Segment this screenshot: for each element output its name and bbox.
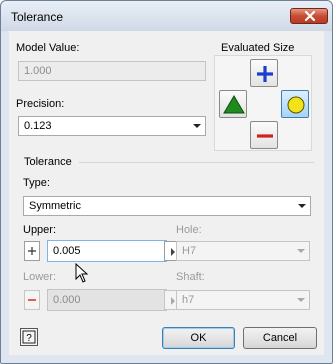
nominal-size-button[interactable]	[219, 90, 247, 118]
hole-dropdown[interactable]: H7	[176, 241, 310, 261]
dialog-body: Model Value: 1.000 Precision: 0.123 Eval…	[9, 31, 324, 355]
precision-label: Precision:	[16, 98, 65, 110]
help-icon: ?	[22, 330, 36, 344]
minus-icon	[28, 299, 36, 301]
type-dropdown[interactable]: Symmetric	[23, 196, 311, 216]
chevron-right-icon	[171, 297, 175, 305]
precision-dropdown[interactable]: 0.123	[18, 116, 206, 136]
tolerance-group-divider	[79, 162, 314, 163]
upper-value-field[interactable]: 0.005	[47, 240, 167, 262]
chevron-down-icon	[298, 204, 306, 208]
lower-value-field[interactable]: 0.000	[47, 289, 167, 311]
model-value-label: Model Value:	[16, 42, 80, 54]
cancel-button[interactable]: Cancel	[243, 327, 317, 349]
chevron-right-icon	[171, 248, 175, 256]
evaluated-size-label: Evaluated Size	[221, 42, 295, 54]
upper-label: Upper:	[23, 224, 57, 236]
help-button[interactable]: ?	[20, 328, 38, 346]
close-button[interactable]	[290, 8, 328, 24]
tolerance-dialog: Tolerance Model Value: 1.000 Precision: …	[0, 0, 333, 364]
ok-button[interactable]: OK	[162, 327, 235, 349]
svg-text:?: ?	[26, 333, 32, 344]
circle-icon	[287, 96, 305, 114]
tolerance-group-label: Tolerance	[24, 156, 72, 168]
chevron-down-icon	[297, 249, 305, 253]
type-label: Type:	[23, 177, 50, 189]
upper-sign-button[interactable]	[24, 241, 40, 261]
lower-label: Lower:	[23, 271, 57, 283]
upper-size-button[interactable]	[250, 59, 278, 87]
chevron-down-icon	[297, 298, 305, 302]
shaft-dropdown[interactable]: h7	[176, 290, 310, 310]
title-bar: Tolerance	[1, 1, 332, 31]
close-icon	[304, 11, 316, 22]
shaft-label: Shaft:	[176, 271, 205, 283]
median-size-button[interactable]	[281, 90, 309, 118]
hole-label: Hole:	[176, 224, 202, 236]
minus-icon	[257, 134, 273, 138]
triangle-icon	[223, 95, 245, 114]
model-value-field: 1.000	[18, 61, 206, 81]
plus-icon	[28, 247, 36, 255]
lower-size-button[interactable]	[250, 121, 278, 149]
lower-sign-button[interactable]	[24, 290, 40, 310]
mouse-cursor-icon	[75, 263, 89, 283]
chevron-down-icon	[193, 124, 201, 128]
plus-icon	[257, 66, 273, 82]
window-title: Tolerance	[11, 10, 64, 24]
